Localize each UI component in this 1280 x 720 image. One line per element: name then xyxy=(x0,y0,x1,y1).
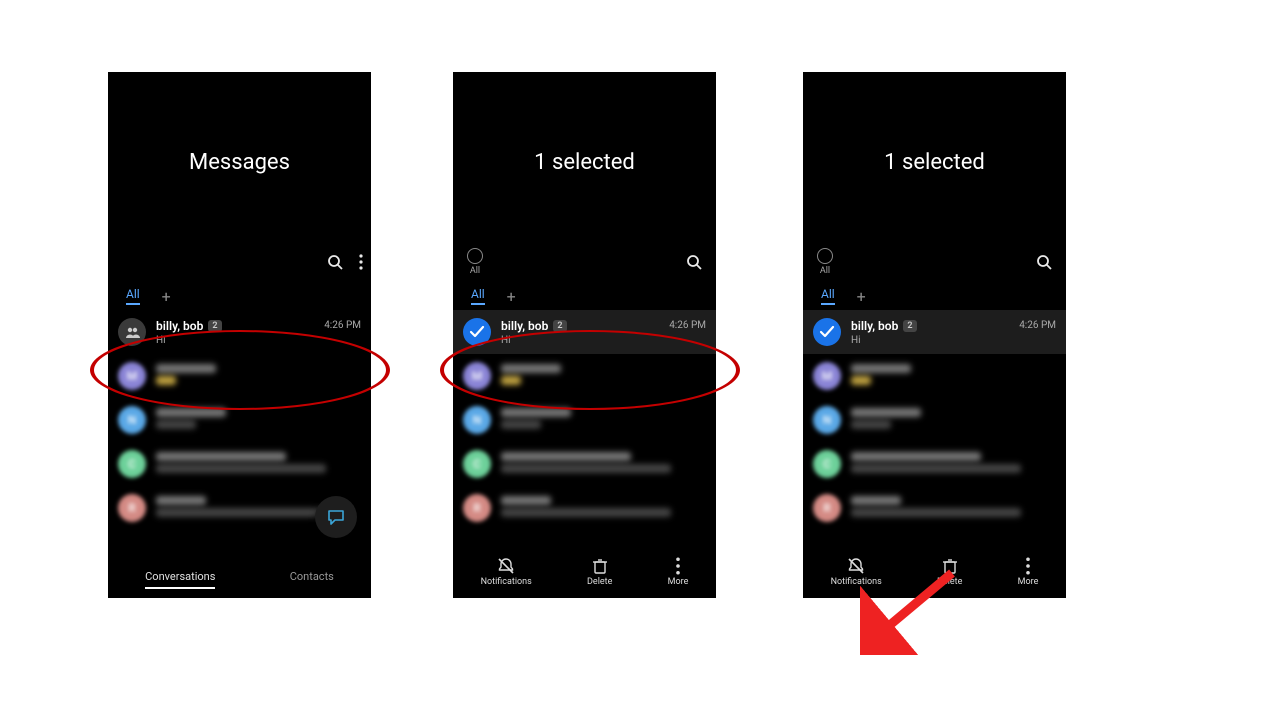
conversation-item[interactable]: billy, bob 2 Hi 4:26 PM xyxy=(108,310,371,354)
conversation-item[interactable]: C xyxy=(453,442,716,486)
toolbar xyxy=(108,246,371,278)
page-title: Messages xyxy=(108,150,371,175)
avatar: M xyxy=(463,362,491,390)
tab-all[interactable]: All xyxy=(821,287,835,305)
search-icon[interactable] xyxy=(1036,254,1052,270)
selected-check-icon xyxy=(813,318,841,346)
conversation-item[interactable]: R xyxy=(803,486,1066,530)
conversation-preview: Hi xyxy=(501,335,659,346)
conversation-item[interactable]: N xyxy=(803,398,1066,442)
bell-off-icon xyxy=(497,557,515,575)
bell-off-icon xyxy=(847,557,865,575)
select-all-toggle[interactable]: All xyxy=(817,248,833,276)
avatar: M xyxy=(813,362,841,390)
avatar: C xyxy=(813,450,841,478)
phone-screenshot-2: 1 selected All All + billy, bob 2 Hi 4:2… xyxy=(453,72,716,598)
toolbar: All xyxy=(803,246,1066,278)
circle-icon xyxy=(467,248,483,264)
avatar: M xyxy=(118,362,146,390)
bottom-nav: Conversations Contacts xyxy=(108,554,371,598)
avatar: C xyxy=(463,450,491,478)
search-icon[interactable] xyxy=(686,254,702,270)
more-icon[interactable] xyxy=(359,254,363,270)
conversation-item-selected[interactable]: billy, bob 2 Hi 4:26 PM xyxy=(453,310,716,354)
avatar: C xyxy=(118,450,146,478)
tab-all[interactable]: All xyxy=(471,287,485,305)
more-button[interactable]: More xyxy=(1018,557,1039,587)
avatar: N xyxy=(463,406,491,434)
conversation-item-selected[interactable]: billy, bob 2 Hi 4:26 PM xyxy=(803,310,1066,354)
category-tabs: All + xyxy=(108,282,371,310)
conversation-item[interactable]: M xyxy=(803,354,1066,398)
notifications-button[interactable]: Notifications xyxy=(831,557,882,587)
phone-screenshot-3: 1 selected All All + billy, bob 2 Hi 4:2… xyxy=(803,72,1066,598)
conversation-item[interactable]: C xyxy=(108,442,371,486)
more-icon xyxy=(669,557,687,575)
selection-action-bar: Notifications Delete More xyxy=(803,546,1066,598)
trash-icon xyxy=(941,557,959,575)
toolbar: All xyxy=(453,246,716,278)
conversation-item[interactable]: C xyxy=(803,442,1066,486)
new-conversation-fab[interactable] xyxy=(315,496,357,538)
conversation-name: billy, bob 2 xyxy=(156,319,314,333)
phone-screenshot-1: Messages All + billy, bob 2 Hi 4:26 PM M… xyxy=(108,72,371,598)
add-category-button[interactable]: + xyxy=(162,287,171,306)
select-all-toggle[interactable]: All xyxy=(467,248,483,276)
page-title: 1 selected xyxy=(803,150,1066,175)
conversation-list: billy, bob 2 Hi 4:26 PM M N C R xyxy=(453,310,716,552)
more-button[interactable]: More xyxy=(668,557,689,587)
participant-badge: 2 xyxy=(553,320,566,332)
avatar: N xyxy=(813,406,841,434)
circle-icon xyxy=(817,248,833,264)
conversation-item[interactable]: M xyxy=(108,354,371,398)
conversation-time: 4:26 PM xyxy=(324,320,361,331)
conversation-preview: Hi xyxy=(851,335,1009,346)
avatar: R xyxy=(118,494,146,522)
participant-badge: 2 xyxy=(208,320,221,332)
search-icon[interactable] xyxy=(327,254,343,270)
conversation-time: 4:26 PM xyxy=(669,320,706,331)
delete-button[interactable]: Delete xyxy=(587,557,612,587)
tab-contacts[interactable]: Contacts xyxy=(290,570,334,583)
conversation-name: billy, bob 2 xyxy=(851,319,1009,333)
tab-conversations[interactable]: Conversations xyxy=(145,570,215,583)
group-avatar-icon xyxy=(118,318,146,346)
add-category-button[interactable]: + xyxy=(507,287,516,306)
avatar: R xyxy=(463,494,491,522)
conversation-item[interactable]: M xyxy=(453,354,716,398)
avatar: N xyxy=(118,406,146,434)
category-tabs: All + xyxy=(803,282,1066,310)
conversation-name: billy, bob 2 xyxy=(501,319,659,333)
page-title: 1 selected xyxy=(453,150,716,175)
participant-badge: 2 xyxy=(903,320,916,332)
conversation-time: 4:26 PM xyxy=(1019,320,1056,331)
conversation-list: billy, bob 2 Hi 4:26 PM M N C R xyxy=(803,310,1066,552)
selection-action-bar: Notifications Delete More xyxy=(453,546,716,598)
delete-button[interactable]: Delete xyxy=(937,557,962,587)
conversation-item[interactable]: N xyxy=(108,398,371,442)
avatar: R xyxy=(813,494,841,522)
conversation-preview: Hi xyxy=(156,335,314,346)
selected-check-icon xyxy=(463,318,491,346)
add-category-button[interactable]: + xyxy=(857,287,866,306)
conversation-item[interactable]: R xyxy=(453,486,716,530)
category-tabs: All + xyxy=(453,282,716,310)
more-icon xyxy=(1019,557,1037,575)
notifications-button[interactable]: Notifications xyxy=(481,557,532,587)
trash-icon xyxy=(591,557,609,575)
conversation-item[interactable]: N xyxy=(453,398,716,442)
tab-all[interactable]: All xyxy=(126,287,140,305)
